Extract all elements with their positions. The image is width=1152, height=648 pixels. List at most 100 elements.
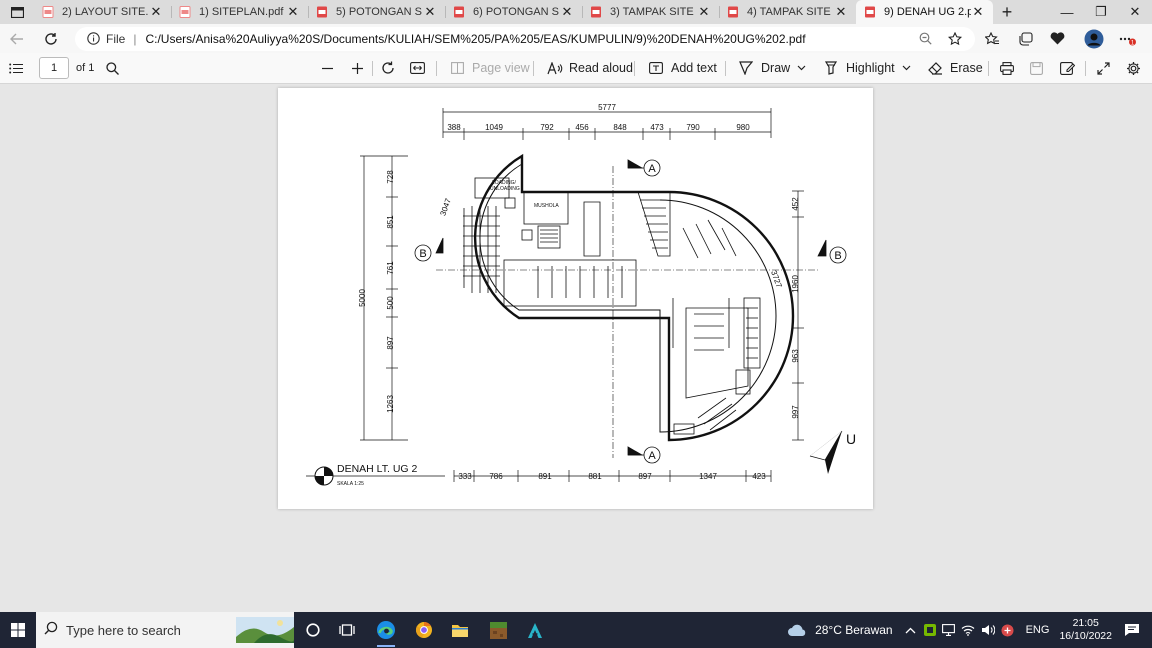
rotate-button[interactable] [381,53,395,84]
minimize-button[interactable]: — [1050,0,1084,24]
add-favorite-icon[interactable] [939,31,972,46]
refresh-button[interactable] [34,24,68,53]
zoom-in-button[interactable] [351,53,364,84]
page-view-button[interactable]: Page view [451,53,530,84]
fit-to-page-button[interactable] [410,53,425,84]
toolbar-separator [988,61,989,76]
read-aloud-icon [547,61,563,74]
table-of-contents-button[interactable] [9,53,23,84]
cortana-circle-icon [306,623,320,637]
dim-overall-top: 5777 [598,103,616,112]
read-aloud-button[interactable]: Read aloud [547,53,633,84]
erase-button[interactable]: Erase [928,53,983,84]
close-tab-icon[interactable]: ✕ [560,4,574,20]
draw-options-dropdown[interactable] [797,53,806,84]
add-text-button[interactable]: Add text [649,53,717,84]
taskbar-chrome-app[interactable] [405,612,443,648]
browser-essentials-icon[interactable] [1041,32,1074,45]
page-number-input[interactable]: 1 [39,57,69,79]
dim-top: 980 [736,123,750,132]
print-icon [1000,61,1014,75]
highlight-options-dropdown[interactable] [902,53,911,84]
wifi-icon[interactable] [961,624,975,636]
weather-text[interactable]: 28°C Berawan [815,623,893,637]
tab-tampak-site-1[interactable]: 3) TAMPAK SITE 1.pdf ✕ [582,0,719,24]
toolbar-separator [436,61,437,76]
chevron-up-icon[interactable] [905,627,916,634]
full-screen-button[interactable] [1097,53,1110,84]
taskbar-file-explorer-app[interactable] [441,612,479,648]
close-tab-icon[interactable]: ✕ [149,4,163,20]
highlight-label: Highlight [846,61,895,75]
dim-bottom: 333 [458,472,472,481]
close-tab-icon[interactable]: ✕ [286,4,300,20]
close-tab-icon[interactable]: ✕ [834,4,848,20]
close-tab-icon[interactable]: ✕ [971,4,985,20]
dim-bottom: 1347 [699,472,717,481]
volume-icon[interactable] [981,624,995,636]
folder-icon [452,624,468,637]
windows-logo-icon [11,623,25,637]
toolbar-separator [725,61,726,76]
nvidia-tray-icon[interactable] [923,624,936,636]
notifications-icon[interactable] [1124,623,1140,637]
address-bar: File | C:/Users/Anisa%20Auliyya%20S/Docu… [0,24,1152,53]
task-view-icon [339,624,355,636]
section-a-top-label: A [648,163,656,175]
clock[interactable]: 21:05 16/10/2022 [1059,617,1112,643]
find-button[interactable] [106,53,119,84]
erase-label: Erase [950,61,983,75]
zoom-out-button[interactable] [321,53,334,84]
input-language[interactable]: ENG [1026,624,1050,636]
cortana-button[interactable] [294,612,332,648]
draw-pen-icon [739,61,753,75]
zoom-icon[interactable] [909,32,942,45]
highlight-button[interactable]: Highlight [824,53,895,84]
back-button[interactable] [0,24,34,53]
new-tab-button[interactable]: + [993,0,1021,24]
chevron-down-icon [797,65,806,71]
tab-layout-site[interactable]: 2) LAYOUT SITE.pdf ✕ [34,0,171,24]
add-text-label: Add text [671,61,717,75]
taskbar-minecraft-app[interactable] [479,612,517,648]
plus-icon [352,62,363,74]
pdf-document-area[interactable]: LOADING/ UNLOADING MUSHOLA A A B B U DEN… [0,84,1152,612]
app-tray-icon[interactable] [1001,624,1014,637]
task-view-button[interactable] [328,612,366,648]
tab-potongan-site-b[interactable]: 6) POTONGAN SITE B ✕ [445,0,582,24]
close-tab-icon[interactable]: ✕ [423,4,437,20]
favorites-icon[interactable] [976,31,1009,46]
settings-more-icon[interactable]: 1 [1111,32,1144,46]
save-button[interactable] [1030,53,1043,84]
tab-tampak-site-2[interactable]: 4) TAMPAK SITE 2.pdf ✕ [719,0,856,24]
url-text[interactable]: C:/Users/Anisa%20Auliyya%20S/Documents/K… [145,32,805,46]
pdf-settings-button[interactable] [1126,53,1141,84]
tab-denah-ug-2[interactable]: 9) DENAH UG 2.pdf ✕ [856,0,993,24]
taskbar-search-box[interactable]: Type here to search [36,612,294,648]
weather-cloud-icon[interactable] [787,623,807,637]
info-icon[interactable] [87,32,100,45]
rotate-icon [382,61,394,74]
tab-siteplan[interactable]: 1) SITEPLAN.pdf ✕ [171,0,308,24]
url-box[interactable]: File | C:/Users/Anisa%20Auliyya%20S/Docu… [75,26,975,51]
taskbar-edge-app[interactable] [367,612,405,648]
floor-plan-drawing: LOADING/ UNLOADING MUSHOLA A A B B U DEN… [306,103,856,487]
tab-potongan-site-a[interactable]: 5) POTONGAN SITE A ✕ [308,0,445,24]
tab-actions-menu-icon[interactable] [0,0,34,24]
pdf-file-icon [728,6,738,18]
maximize-button[interactable]: ❐ [1084,0,1118,24]
print-button[interactable] [1000,53,1014,84]
taskbar-autocad-app[interactable] [516,612,554,648]
add-text-icon [649,62,663,74]
save-as-button[interactable] [1060,53,1075,84]
toolbar-separator [634,61,635,76]
profile-avatar[interactable] [1077,29,1110,49]
display-tray-icon[interactable] [941,624,955,636]
collections-icon[interactable] [1009,31,1042,46]
search-highlight-image-icon [236,617,294,643]
close-window-button[interactable]: ✕ [1118,0,1152,24]
clock-time: 21:05 [1072,617,1099,629]
close-tab-icon[interactable]: ✕ [697,4,711,20]
start-button[interactable] [0,612,36,648]
draw-button[interactable]: Draw [739,53,790,84]
